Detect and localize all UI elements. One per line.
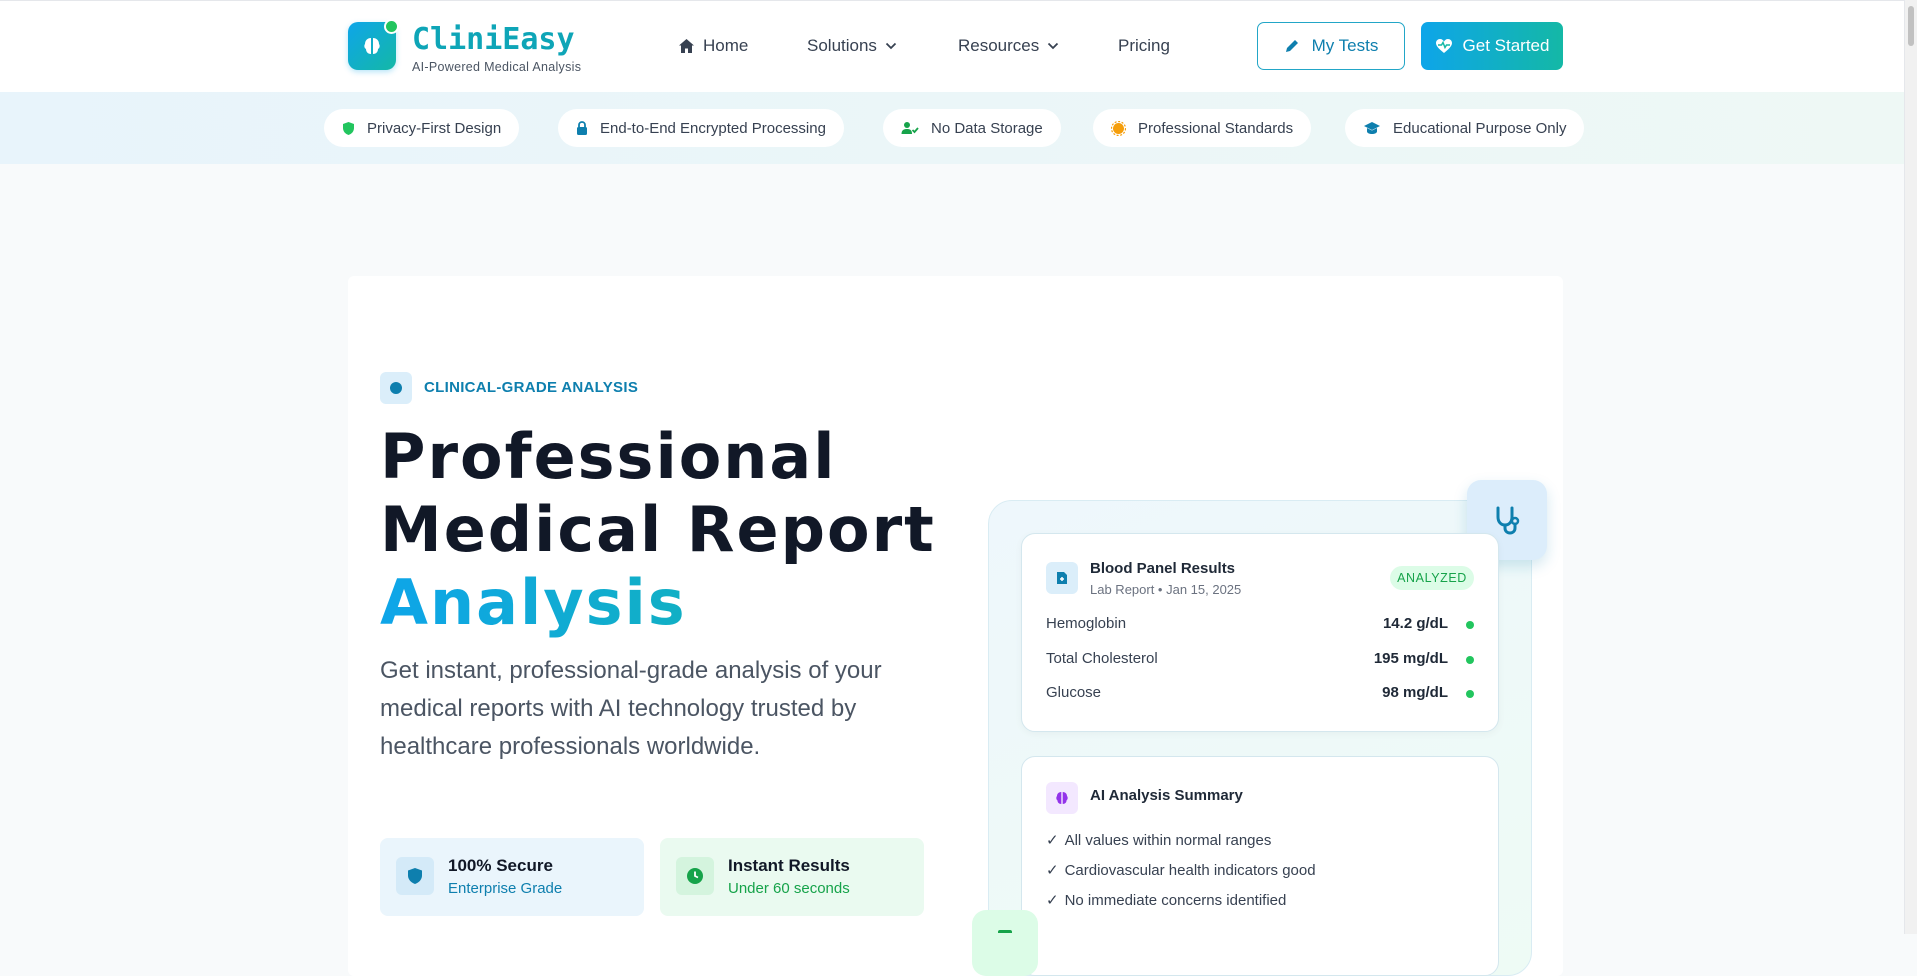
nav-solutions[interactable]: Solutions bbox=[807, 36, 897, 56]
status-dot bbox=[1466, 656, 1474, 664]
my-tests-label: My Tests bbox=[1311, 36, 1379, 55]
brain-icon bbox=[1046, 782, 1078, 814]
trust-badges-bar: Privacy-First Design End-to-End Encrypte… bbox=[0, 92, 1905, 164]
metric-value: 98 mg/dL bbox=[1382, 684, 1448, 701]
clock-icon bbox=[676, 857, 714, 895]
home-icon bbox=[679, 39, 694, 53]
badge-icon bbox=[1111, 120, 1126, 136]
lock-icon bbox=[577, 120, 587, 135]
brain-icon bbox=[364, 38, 380, 54]
metric-row: Total Cholesterol 195 mg/dL bbox=[1046, 650, 1476, 672]
hero-title-line-3: Analysis bbox=[380, 566, 936, 639]
feature-subtitle: Under 60 seconds bbox=[728, 880, 850, 897]
trust-pill-encryption: End-to-End Encrypted Processing bbox=[558, 109, 844, 147]
trust-pill-privacy: Privacy-First Design bbox=[324, 109, 520, 147]
brand-name[interactable]: CliniEasy bbox=[412, 22, 575, 57]
chevron-down-icon bbox=[885, 42, 897, 50]
feature-instant: Instant Results Under 60 seconds bbox=[660, 838, 924, 916]
summary-item-text: All values within normal ranges bbox=[1064, 832, 1272, 849]
brand-tagline: AI-Powered Medical Analysis bbox=[412, 60, 582, 74]
feature-title: 100% Secure bbox=[448, 856, 553, 875]
nav-resources[interactable]: Resources bbox=[958, 36, 1059, 56]
check-icon: ✓ bbox=[1046, 892, 1059, 909]
page-scrollbar[interactable] bbox=[1904, 0, 1917, 934]
report-title: Blood Panel Results bbox=[1090, 560, 1236, 577]
top-navigation-bar bbox=[0, 0, 1905, 93]
nav-solutions-label: Solutions bbox=[807, 36, 877, 55]
hero-title-line-2: Medical Report bbox=[380, 493, 936, 566]
metric-value: 14.2 g/dL bbox=[1382, 615, 1448, 632]
trust-pill-educational: Educational Purpose Only bbox=[1345, 109, 1585, 147]
heart-pulse-icon bbox=[1435, 39, 1452, 53]
trust-pill-no-storage: No Data Storage bbox=[883, 109, 1061, 147]
get-started-button[interactable]: Get Started bbox=[1421, 22, 1563, 70]
nav-home[interactable]: Home bbox=[678, 36, 748, 56]
trust-label: Educational Purpose Only bbox=[1393, 119, 1567, 137]
shield-icon bbox=[396, 857, 434, 895]
nav-home-label: Home bbox=[703, 36, 749, 55]
trust-label: Professional Standards bbox=[1138, 119, 1294, 137]
status-dot bbox=[1466, 690, 1474, 698]
feature-title: Instant Results bbox=[728, 856, 850, 875]
hero-eyebrow: CLINICAL-GRADE ANALYSIS bbox=[424, 379, 639, 396]
graduation-cap-icon bbox=[1364, 122, 1380, 134]
floating-chat-icon[interactable] bbox=[972, 910, 1038, 976]
nav-pricing[interactable]: Pricing bbox=[1118, 36, 1170, 56]
metric-name: Glucose bbox=[1046, 684, 1102, 701]
check-icon: ✓ bbox=[1046, 862, 1059, 879]
metric-name: Total Cholesterol bbox=[1046, 650, 1158, 667]
feature-subtitle: Enterprise Grade bbox=[448, 880, 563, 897]
summary-title: AI Analysis Summary bbox=[1090, 787, 1243, 804]
nav-pricing-label: Pricing bbox=[1118, 36, 1170, 55]
chevron-down-icon bbox=[1048, 42, 1059, 50]
metric-row: Hemoglobin 14.2 g/dL bbox=[1046, 615, 1476, 637]
report-subtitle: Lab Report • Jan 15, 2025 bbox=[1090, 582, 1242, 597]
hero-title: Professional Medical Report Analysis bbox=[380, 420, 936, 639]
status-badge: ANALYZED bbox=[1390, 566, 1474, 590]
status-dot bbox=[1466, 621, 1474, 629]
pencil-icon bbox=[1285, 40, 1298, 52]
scrollbar-thumb[interactable] bbox=[1908, 6, 1914, 46]
trust-pill-standards: Professional Standards bbox=[1093, 109, 1312, 147]
summary-item: ✓ All values within normal ranges bbox=[1046, 831, 1271, 849]
metric-row: Glucose 98 mg/dL bbox=[1046, 684, 1476, 706]
feature-secure: 100% Secure Enterprise Grade bbox=[380, 838, 644, 916]
nav-resources-label: Resources bbox=[958, 36, 1040, 55]
trust-label: Privacy-First Design bbox=[367, 119, 502, 137]
check-icon: ✓ bbox=[1046, 832, 1059, 849]
hero-title-line-1: Professional bbox=[380, 420, 837, 493]
summary-item: ✓ No immediate concerns identified bbox=[1046, 891, 1286, 909]
user-check-icon bbox=[901, 122, 919, 134]
metric-value: 195 mg/dL bbox=[1373, 650, 1448, 667]
status-dot bbox=[384, 19, 399, 34]
get-started-label: Get Started bbox=[1462, 36, 1550, 55]
trust-label: End-to-End Encrypted Processing bbox=[600, 119, 826, 137]
hero-description: Get instant, professional-grade analysis… bbox=[380, 657, 882, 760]
shield-icon bbox=[343, 121, 354, 135]
summary-item-text: Cardiovascular health indicators good bbox=[1064, 862, 1316, 879]
summary-item-text: No immediate concerns identified bbox=[1064, 892, 1287, 909]
document-icon bbox=[1046, 562, 1078, 594]
metric-name: Hemoglobin bbox=[1046, 615, 1127, 632]
my-tests-button[interactable]: My Tests bbox=[1257, 22, 1405, 70]
badge-icon bbox=[380, 372, 412, 404]
summary-item: ✓ Cardiovascular health indicators good bbox=[1046, 861, 1316, 879]
trust-label: No Data Storage bbox=[931, 119, 1043, 137]
